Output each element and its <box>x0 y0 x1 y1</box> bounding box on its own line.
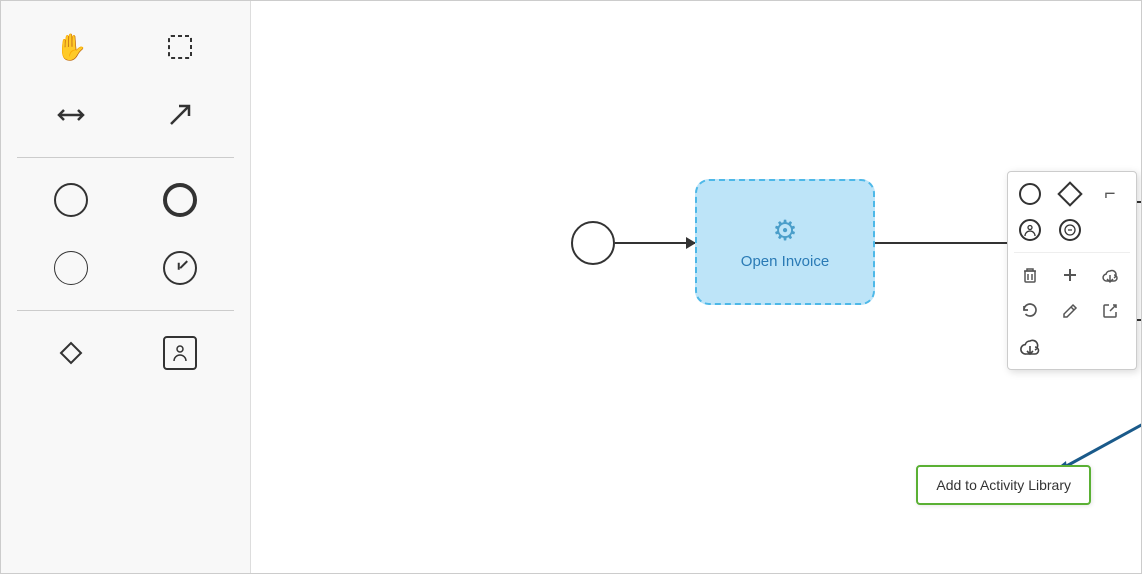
play-shape <box>54 336 88 370</box>
ctx-empty-slot <box>1094 214 1126 246</box>
ctx-circle-shape <box>1019 183 1041 205</box>
tooltip-add-library[interactable]: Add to Activity Library <box>916 465 1091 505</box>
person-badge-tool[interactable] <box>154 327 206 379</box>
toolbar-row-2 <box>17 85 234 145</box>
circle-clock-tool[interactable] <box>154 242 206 294</box>
ctx-add[interactable] <box>1054 259 1086 291</box>
ctx-cloud-download[interactable] <box>1094 259 1126 291</box>
tooltip-text: Add to Activity Library <box>936 477 1071 493</box>
arrow-tool[interactable] <box>154 89 206 141</box>
toolbar-row-5 <box>17 323 234 383</box>
ctx-delete[interactable] <box>1014 259 1046 291</box>
ctx-empty-slot-2 <box>1054 331 1086 363</box>
ctx-external-link[interactable] <box>1094 295 1126 327</box>
toolbar-divider-2 <box>17 310 234 311</box>
ctx-bracket-shape: ⌐ <box>1104 183 1115 206</box>
canvas: ⚙ Open Invoice ck Values anually ⌐ <box>251 1 1141 573</box>
ctx-link-circle-shape <box>1059 219 1081 241</box>
circle-thick-tool[interactable] <box>154 174 206 226</box>
toolbar-row-4 <box>17 238 234 298</box>
task-icon: ⚙ <box>772 214 797 247</box>
context-menu: ⌐ <box>1007 171 1137 370</box>
main-container: ✋ <box>0 0 1142 574</box>
person-badge-shape <box>163 336 197 370</box>
toolbar: ✋ <box>1 1 251 573</box>
ctx-add-circle[interactable] <box>1014 178 1046 210</box>
ctx-add-library[interactable] <box>1014 331 1046 363</box>
task-open-invoice[interactable]: ⚙ Open Invoice <box>695 179 875 305</box>
ctx-user-circle[interactable] <box>1014 214 1046 246</box>
ctx-add-bracket[interactable]: ⌐ <box>1094 178 1126 210</box>
ctx-separator <box>1014 252 1130 253</box>
circle-empty-tool[interactable] <box>45 174 97 226</box>
sequence-flow-2 <box>875 242 1023 244</box>
toolbar-divider-1 <box>17 157 234 158</box>
select-tool[interactable] <box>154 21 206 73</box>
sequence-flow-1 <box>615 242 695 244</box>
task-label: Open Invoice <box>741 253 829 270</box>
ctx-edit[interactable] <box>1054 295 1086 327</box>
circle-empty-shape <box>54 183 88 217</box>
ctx-diamond-shape <box>1057 181 1082 206</box>
circle-thin-shape <box>54 251 88 285</box>
ctx-undo[interactable] <box>1014 295 1046 327</box>
toolbar-row-1: ✋ <box>17 17 234 77</box>
start-event[interactable] <box>571 221 615 265</box>
circle-clock-shape <box>163 251 197 285</box>
toolbar-row-3 <box>17 170 234 230</box>
play-tool[interactable] <box>45 327 97 379</box>
pan-tool[interactable]: ✋ <box>45 21 97 73</box>
ctx-add-diamond[interactable] <box>1054 178 1086 210</box>
ctx-link-circle[interactable] <box>1054 214 1086 246</box>
resize-tool[interactable] <box>45 89 97 141</box>
circle-thin-tool[interactable] <box>45 242 97 294</box>
ctx-user-circle-shape <box>1019 219 1041 241</box>
ctx-empty-slot-3 <box>1094 331 1126 363</box>
circle-thick-shape <box>163 183 197 217</box>
